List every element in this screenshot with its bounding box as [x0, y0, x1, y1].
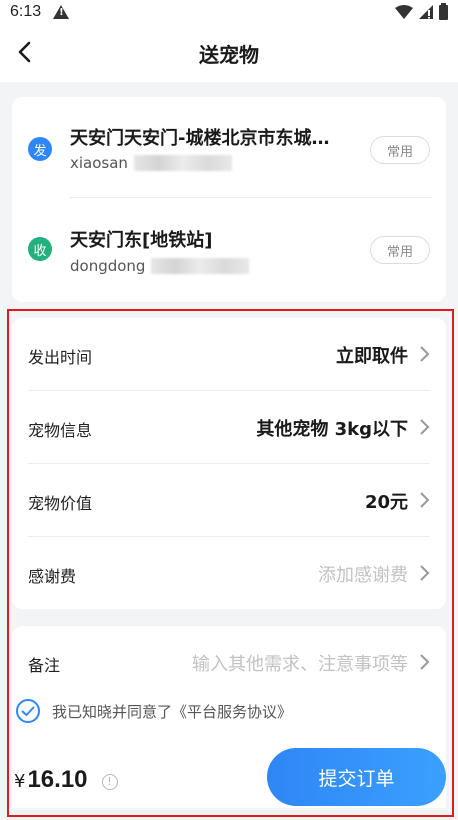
notes-placeholder: 输入其他需求、注意事项等	[192, 654, 408, 675]
receiver-address: 天安门东[地铁站]	[70, 230, 213, 251]
page-title: 送宠物	[199, 42, 259, 67]
total-price: ¥ 16.10 !	[14, 766, 118, 794]
sender-frequent-button[interactable]: 常用	[370, 136, 430, 164]
send-time-value: 立即取件	[336, 346, 408, 367]
receiver-phone-redacted	[151, 258, 250, 274]
thanks-fee-placeholder: 添加感谢费	[318, 565, 408, 586]
price-amount: 16.10	[27, 766, 88, 793]
thanks-fee-label: 感谢费	[28, 567, 77, 586]
receiver-contact: dongdong	[70, 257, 250, 275]
nav-bar: 送宠物	[0, 24, 458, 82]
order-details-card: 发出时间 立即取件 宠物信息 其他宠物 3kg以下 宠物价值 20元 感谢费 添…	[12, 318, 446, 609]
detail-row-thanks-fee[interactable]: 感谢费 添加感谢费	[12, 537, 446, 610]
info-icon[interactable]: !	[101, 773, 118, 790]
chevron-right-icon	[420, 654, 430, 670]
chevron-right-icon	[420, 346, 430, 362]
chevron-right-icon	[420, 492, 430, 508]
sender-contact-name: xiaosan	[70, 154, 128, 172]
address-card: 发 天安门天安门-城楼北京市东城… xiaosan 常用 收 天安门东[地铁站]…	[12, 97, 446, 302]
agreement-row: 我已知晓并同意了《平台服务协议》	[16, 699, 292, 723]
detail-row-send-time[interactable]: 发出时间 立即取件	[12, 318, 446, 391]
pet-info-label: 宠物信息	[28, 421, 93, 440]
submit-order-button[interactable]: 提交订单	[267, 748, 446, 806]
receiver-contact-name: dongdong	[70, 257, 146, 275]
chevron-right-icon	[420, 565, 430, 581]
currency-symbol: ¥	[14, 771, 26, 792]
notes-label: 备注	[28, 656, 61, 675]
warning-icon	[53, 5, 70, 19]
pet-info-value: 其他宠物 3kg以下	[256, 419, 408, 440]
sender-address: 天安门天安门-城楼北京市东城…	[70, 128, 330, 149]
sender-phone-redacted	[133, 155, 232, 171]
detail-row-pet-value[interactable]: 宠物价值 20元	[12, 464, 446, 537]
agreement-checkbox[interactable]	[16, 699, 40, 723]
notes-footer-card: 备注 输入其他需求、注意事项等 我已知晓并同意了《平台服务协议》 ¥ 16.10…	[12, 626, 446, 808]
battery-icon	[439, 2, 448, 20]
status-bar: 6:13	[0, 0, 458, 24]
check-icon	[21, 706, 35, 716]
receiver-badge: 收	[28, 237, 52, 261]
wifi-icon	[395, 5, 413, 19]
chevron-right-icon	[420, 419, 430, 435]
pet-value-value: 20元	[364, 492, 408, 513]
status-time: 6:13	[10, 3, 42, 20]
send-time-label: 发出时间	[28, 348, 93, 367]
agreement-text[interactable]: 我已知晓并同意了《平台服务协议》	[52, 701, 292, 722]
sender-contact: xiaosan	[70, 154, 232, 172]
status-icons	[395, 2, 448, 20]
receiver-frequent-button[interactable]: 常用	[370, 236, 430, 264]
notes-row[interactable]: 备注 输入其他需求、注意事项等	[12, 626, 446, 696]
signal-icon	[419, 5, 433, 19]
back-arrow-icon[interactable]	[12, 38, 40, 66]
sender-address-row[interactable]: 发 天安门天安门-城楼北京市东城… xiaosan 常用	[12, 97, 446, 197]
detail-row-pet-info[interactable]: 宠物信息 其他宠物 3kg以下	[12, 391, 446, 464]
pet-value-label: 宠物价值	[28, 494, 93, 513]
receiver-address-row[interactable]: 收 天安门东[地铁站] dongdong 常用	[12, 198, 446, 298]
sender-badge: 发	[28, 137, 52, 161]
